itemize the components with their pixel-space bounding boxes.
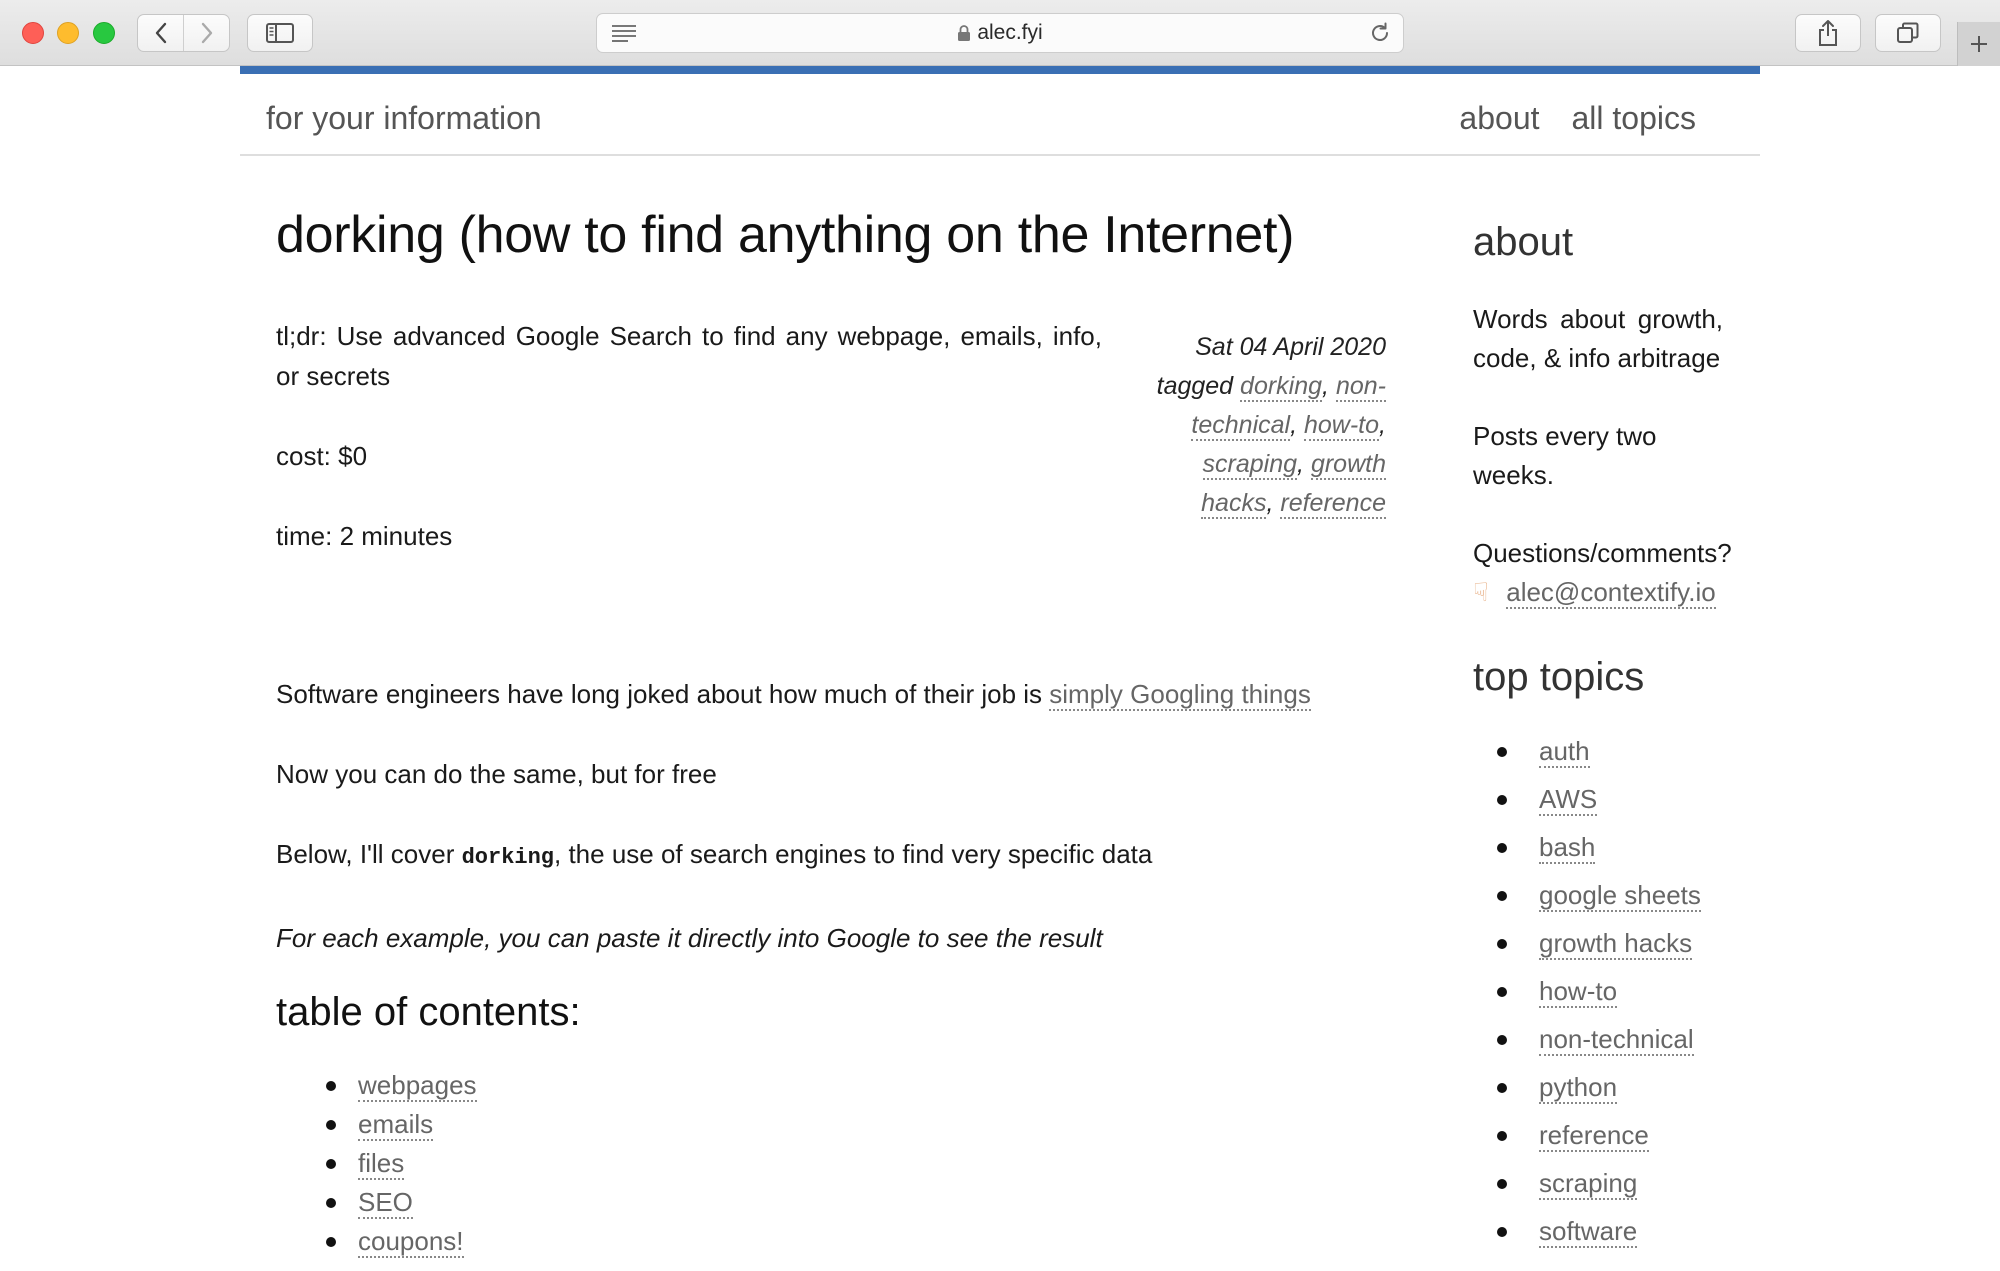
toc-item: webpages (326, 1066, 1386, 1105)
chevron-right-icon (201, 22, 212, 44)
topic-item: software (1497, 1207, 1723, 1255)
window-close-button[interactable] (22, 22, 44, 44)
sidebar-icon (266, 23, 294, 43)
sidebar-contact: Questions/comments? ☟ alec@contextify.io (1473, 534, 1732, 612)
share-button[interactable] (1795, 14, 1861, 52)
post-tags: tagged dorking, non-technical, how-to, s… (1156, 372, 1386, 519)
topic-item: AWS (1497, 775, 1723, 823)
paragraph-text: Below, I'll cover (276, 839, 462, 869)
toc-heading: table of contents: (276, 990, 581, 1034)
tab-overview-button[interactable] (1875, 14, 1941, 52)
paragraph-googling: Software engineers have long joked about… (276, 674, 1386, 714)
topic-link-aws[interactable]: AWS (1539, 784, 1598, 816)
back-forward-group (137, 14, 230, 52)
address-bar[interactable]: alec.fyi (596, 13, 1404, 53)
topic-link-non-technical[interactable]: non-technical (1539, 1024, 1694, 1056)
topic-list: auth AWS bash google sheets growth hacks… (1473, 727, 1723, 1255)
tag-link[interactable]: dorking (1240, 372, 1323, 402)
toc-link-emails[interactable]: emails (358, 1109, 434, 1141)
topic-item: python (1497, 1063, 1723, 1111)
toc-link-webpages[interactable]: webpages (358, 1070, 477, 1102)
topic-link-google-sheets[interactable]: google sheets (1539, 880, 1701, 912)
chevron-left-icon (155, 22, 166, 44)
tag-link[interactable]: how-to (1304, 411, 1380, 441)
topic-item: how-to (1497, 967, 1723, 1015)
reload-icon[interactable] (1369, 22, 1391, 44)
toc-link-seo[interactable]: SEO (358, 1187, 413, 1219)
sidebar-about-heading: about (1473, 220, 1574, 264)
site-brand-link[interactable]: for your information (266, 100, 542, 137)
sidebar-about-text: Words about growth, code, & info arbitra… (1473, 304, 1723, 373)
tabs-icon (1897, 22, 1919, 43)
sidebar-toggle-button[interactable] (247, 14, 313, 52)
tag-link[interactable]: reference (1280, 489, 1386, 519)
tag-link[interactable]: scraping (1202, 450, 1298, 480)
new-tab-button[interactable] (1957, 22, 2000, 66)
email-link[interactable]: alec@contextify.io (1506, 577, 1716, 609)
sidebar-questions-text: Questions/comments? (1473, 538, 1732, 568)
topic-item: scraping (1497, 1159, 1723, 1207)
pointing-down-icon: ☟ (1473, 577, 1489, 607)
topic-link-software[interactable]: software (1539, 1216, 1638, 1248)
paragraph-text: Software engineers have long joked about… (276, 679, 1050, 709)
toc-link-files[interactable]: files (358, 1148, 405, 1180)
forward-button[interactable] (183, 15, 229, 51)
toc-item: emails (326, 1105, 1386, 1144)
toc-item: files (326, 1144, 1386, 1183)
topic-link-how-to[interactable]: how-to (1539, 976, 1618, 1008)
paragraph-text: , the use of search engines to find very… (554, 839, 1153, 869)
toc-list: webpages emails files SEO coupons! (276, 1066, 1386, 1261)
topic-item: auth (1497, 727, 1723, 775)
topic-item: non-technical (1497, 1015, 1723, 1063)
topic-link-python[interactable]: python (1539, 1072, 1618, 1104)
dorking-code: dorking (461, 845, 555, 870)
share-icon (1819, 20, 1837, 46)
tagged-label: tagged (1156, 372, 1234, 400)
post-intro: tl;dr: Use advanced Google Search to fin… (276, 316, 1386, 596)
sidebar-schedule-text: Posts every two weeks. (1473, 421, 1657, 490)
post-date: Sat 04 April 2020 (1195, 333, 1386, 361)
paragraph-free: Now you can do the same, but for free (276, 759, 717, 789)
topic-link-growth-hacks[interactable]: growth hacks (1539, 928, 1693, 960)
toc-link-coupons[interactable]: coupons! (358, 1226, 464, 1258)
sidebar: about Words about growth, code, & info a… (1473, 216, 1732, 1255)
topic-item: bash (1497, 823, 1723, 871)
plus-icon (1971, 36, 1987, 52)
topic-item: growth hacks (1497, 919, 1723, 967)
nav-all-topics-link[interactable]: all topics (1572, 100, 1697, 137)
topic-link-auth[interactable]: auth (1539, 736, 1590, 768)
post-body: Software engineers have long joked about… (276, 674, 1386, 1261)
browser-toolbar: alec.fyi (0, 0, 2000, 66)
url-text: alec.fyi (977, 21, 1043, 44)
accent-bar (240, 66, 1760, 74)
site-header: for your information about all topics (240, 74, 1760, 156)
topic-item: google sheets (1497, 871, 1723, 919)
tldr-text: tl;dr: Use advanced Google Search to fin… (276, 321, 1102, 391)
sidebar-topics-heading: top topics (1473, 655, 1645, 699)
nav-about-link[interactable]: about (1459, 100, 1539, 137)
top-nav: about all topics (1459, 100, 1696, 137)
topic-link-bash[interactable]: bash (1539, 832, 1596, 864)
topic-link-scraping[interactable]: scraping (1539, 1168, 1638, 1200)
googling-link[interactable]: simply Googling things (1049, 679, 1311, 711)
topic-link-reference[interactable]: reference (1539, 1120, 1649, 1152)
window-zoom-button[interactable] (93, 22, 115, 44)
lock-icon (958, 25, 971, 41)
back-button[interactable] (138, 15, 183, 51)
post-title: dorking (how to find anything on the Int… (276, 206, 1295, 264)
paragraph-example-note: For each example, you can paste it direc… (276, 923, 1103, 953)
post-meta: Sat 04 April 2020 tagged dorking, non-te… (1126, 328, 1386, 523)
paragraph-dorking: Below, I'll cover dorking, the use of se… (276, 834, 1386, 878)
topic-item: reference (1497, 1111, 1723, 1159)
toc-item: coupons! (326, 1222, 1386, 1261)
toc-item: SEO (326, 1183, 1386, 1222)
window-minimize-button[interactable] (57, 22, 79, 44)
